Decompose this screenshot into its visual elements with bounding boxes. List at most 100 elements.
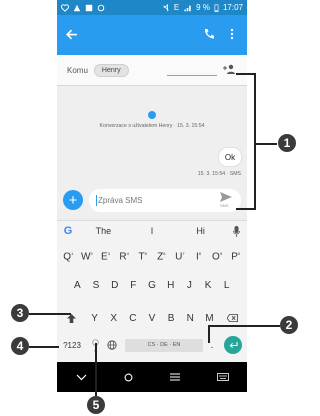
home-circle-icon: [124, 373, 132, 381]
key-y[interactable]: Y: [85, 313, 104, 324]
image-icon: [85, 4, 93, 11]
warning-icon: [73, 4, 81, 11]
nav-back-button[interactable]: [76, 374, 87, 381]
nav-recents-button[interactable]: [169, 373, 180, 381]
key-k[interactable]: K: [199, 280, 218, 296]
key-a[interactable]: A: [68, 280, 87, 296]
chevron-down-icon: [76, 374, 86, 380]
recipient-chip[interactable]: Henry: [93, 63, 129, 77]
add-attachment-button[interactable]: +: [63, 190, 83, 210]
key-t[interactable]: T5: [133, 251, 152, 267]
keyboard: G The I Hi Q1 W2 E3 R4 T5 Z6 U7 I8 O9 P0…: [57, 220, 247, 363]
message-input[interactable]: Zpráva SMS SMS: [89, 189, 241, 212]
key-e[interactable]: E3: [96, 251, 115, 267]
status-bar: E 9 % 17:07: [57, 0, 247, 15]
suggestion-1[interactable]: The: [79, 226, 128, 236]
send-type-label: SMS: [220, 203, 229, 208]
callout-line-3: [29, 313, 71, 315]
key-i[interactable]: I8: [189, 251, 208, 267]
key-b[interactable]: B: [162, 313, 181, 324]
callout-line-1: [236, 208, 256, 210]
key-x[interactable]: X: [104, 313, 123, 324]
add-contact-icon[interactable]: [223, 64, 237, 75]
callout-3: 3: [11, 304, 29, 322]
nav-home-button[interactable]: [124, 373, 133, 382]
recipient-input[interactable]: [167, 75, 217, 76]
key-row-1: Q1 W2 E3 R4 T5 Z6 U7 I8 O9 P0: [57, 251, 247, 267]
key-p[interactable]: P0: [226, 251, 245, 267]
callout-line-1: [255, 143, 277, 145]
key-w[interactable]: W2: [78, 251, 97, 267]
period-key[interactable]: .: [203, 340, 221, 351]
language-key[interactable]: [103, 340, 121, 350]
conversation-area: Konverzace s uživatelem Henry · 15. 3. 1…: [57, 86, 247, 184]
phone-screen: E 9 % 17:07 Komu Henry Konverzace s uživ…: [57, 0, 247, 392]
key-g[interactable]: G: [143, 280, 162, 296]
plus-icon: +: [68, 191, 78, 209]
message-meta: 15. 3. 15:54 · SMS: [197, 171, 241, 177]
key-h[interactable]: H: [161, 280, 180, 296]
space-key[interactable]: CS · DE · EN: [125, 338, 203, 352]
shift-key[interactable]: [57, 313, 85, 323]
key-row-2: A S D F G H J K L: [57, 280, 247, 296]
key-z[interactable]: Z6: [152, 251, 171, 267]
more-options-icon[interactable]: [230, 28, 234, 40]
key-hint: 6: [163, 251, 166, 256]
key-s[interactable]: S: [87, 280, 106, 296]
space-label: CS · DE · EN: [147, 342, 181, 348]
google-g-icon[interactable]: G: [57, 225, 79, 237]
key-hint: 2: [90, 251, 93, 256]
keyboard-icon: [216, 373, 229, 381]
key-d[interactable]: D: [105, 280, 124, 296]
keyboard-switch-button[interactable]: [216, 373, 229, 381]
signal-icon: [184, 5, 191, 11]
callout-line-2: [208, 325, 210, 343]
key-v[interactable]: V: [142, 313, 161, 324]
key-c[interactable]: C: [123, 313, 142, 324]
circle-icon: [97, 4, 105, 11]
key-hint: 1: [71, 251, 74, 256]
key-hint: 3: [107, 251, 110, 256]
navigation-bar: [57, 362, 247, 392]
to-label: Komu: [67, 65, 88, 75]
callout-line-2: [208, 325, 280, 327]
battery-icon: [214, 3, 219, 12]
suggestion-2[interactable]: I: [128, 226, 177, 236]
backspace-icon: [227, 314, 239, 322]
back-arrow-icon[interactable]: [65, 28, 78, 41]
numbers-key[interactable]: ?123: [57, 341, 87, 350]
recipient-row: Komu Henry: [57, 55, 247, 86]
key-hint: 0: [237, 251, 241, 256]
callout-line-4: [29, 346, 59, 348]
battery-percent: 9 %: [196, 3, 210, 12]
phone-call-icon[interactable]: [203, 28, 215, 40]
compose-row: + Zpráva SMS SMS: [57, 184, 247, 218]
callout-line-5: [95, 343, 97, 398]
key-u[interactable]: U7: [171, 251, 190, 267]
key-o[interactable]: O9: [208, 251, 227, 267]
key-q[interactable]: Q1: [59, 251, 78, 267]
app-bar: [57, 15, 247, 55]
callout-line-1: [254, 73, 256, 209]
key-j[interactable]: J: [180, 280, 199, 296]
enter-key[interactable]: [224, 336, 242, 354]
message-bubble[interactable]: Ok: [218, 147, 242, 167]
heart-icon: [61, 3, 69, 12]
key-f[interactable]: F: [124, 280, 143, 296]
callout-1: 1: [278, 134, 296, 152]
key-hint: 9: [219, 251, 223, 256]
send-icon[interactable]: [220, 192, 232, 202]
callout-2: 2: [280, 316, 298, 334]
key-r[interactable]: R4: [115, 251, 134, 267]
microphone-icon[interactable]: [225, 225, 247, 237]
network-type: E: [173, 3, 180, 12]
key-m[interactable]: M: [200, 313, 219, 324]
callout-4: 4: [11, 337, 29, 355]
key-n[interactable]: N: [181, 313, 200, 324]
callout-line-1: [236, 73, 254, 75]
globe-icon: [107, 340, 117, 350]
key-l[interactable]: L: [217, 280, 236, 296]
callout-5: 5: [87, 396, 105, 414]
suggestion-3[interactable]: Hi: [176, 226, 225, 236]
backspace-key[interactable]: [219, 314, 247, 322]
